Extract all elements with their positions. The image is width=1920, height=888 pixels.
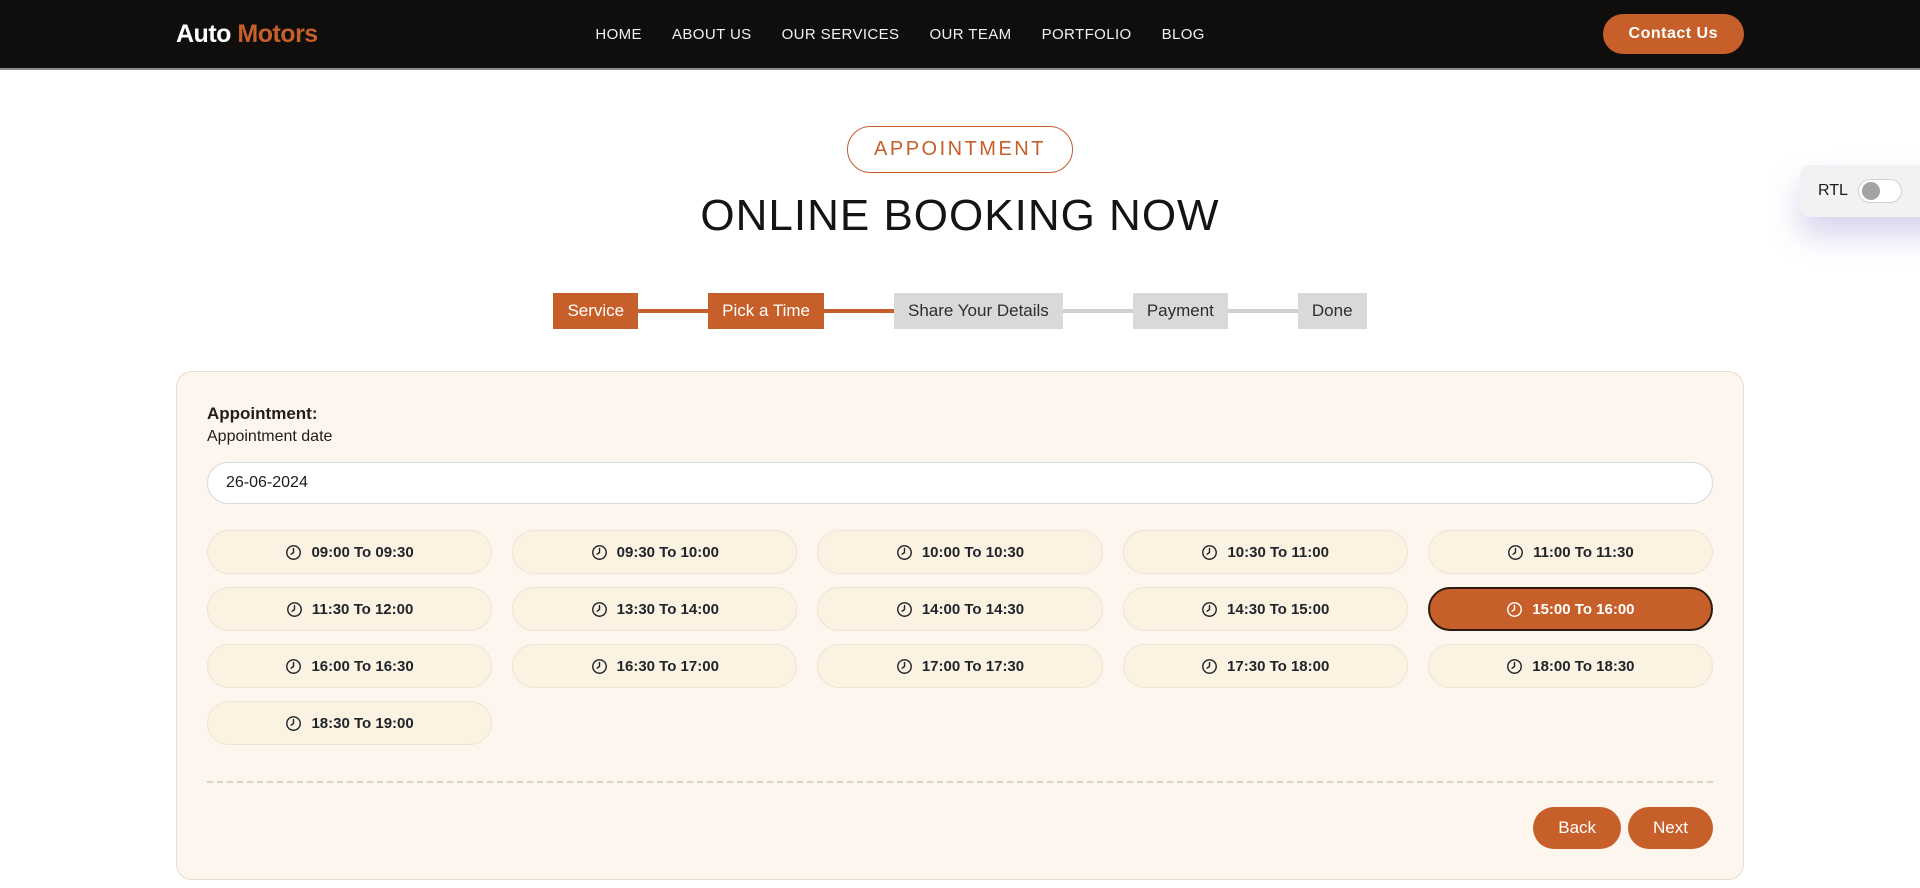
clock-icon [285, 715, 302, 732]
time-slot-16-30-to-17-00[interactable]: 16:30 To 17:00 [512, 644, 797, 688]
step-connector [1228, 309, 1298, 313]
time-slot-label: 14:00 To 14:30 [922, 601, 1024, 618]
time-slot-label: 10:30 To 11:00 [1227, 544, 1328, 561]
clock-icon [1507, 544, 1524, 561]
clock-icon [1506, 601, 1523, 618]
clock-icon [286, 601, 303, 618]
clock-icon [896, 658, 913, 675]
step-payment[interactable]: Payment [1133, 293, 1228, 329]
dashed-divider [207, 781, 1713, 783]
main-nav: HOME ABOUT US OUR SERVICES OUR TEAM PORTFOLI… [595, 26, 1205, 43]
time-slot-label: 18:00 To 18:30 [1532, 658, 1634, 675]
clock-icon [1201, 601, 1218, 618]
time-slot-label: 15:00 To 16:00 [1532, 601, 1634, 618]
clock-icon [1201, 544, 1218, 561]
time-slot-09-30-to-10-00[interactable]: 09:30 To 10:00 [512, 530, 797, 574]
time-slot-17-00-to-17-30[interactable]: 17:00 To 17:30 [817, 644, 1102, 688]
time-slot-16-00-to-16-30[interactable]: 16:00 To 16:30 [207, 644, 492, 688]
time-slot-label: 09:00 To 09:30 [311, 544, 413, 561]
appointment-badge: APPOINTMENT [847, 126, 1073, 173]
booking-page: APPOINTMENT ONLINE BOOKING NOW Service Pi… [0, 70, 1920, 880]
time-slot-18-30-to-19-00[interactable]: 18:30 To 19:00 [207, 701, 492, 745]
time-slot-label: 11:30 To 12:00 [312, 601, 413, 618]
nav-item-portfolio[interactable]: PORTFOLIO [1042, 26, 1132, 43]
step-done[interactable]: Done [1298, 293, 1367, 329]
nav-item-our-team[interactable]: OUR TEAM [929, 26, 1011, 43]
clock-icon [285, 658, 302, 675]
time-slot-label: 11:00 To 11:30 [1533, 544, 1634, 561]
time-slot-14-00-to-14-30[interactable]: 14:00 To 14:30 [817, 587, 1102, 631]
step-connector [638, 309, 708, 313]
time-slot-09-00-to-09-30[interactable]: 09:00 To 09:30 [207, 530, 492, 574]
next-button[interactable]: Next [1628, 807, 1713, 849]
clock-icon [591, 601, 608, 618]
wizard-actions: Back Next [207, 807, 1713, 849]
clock-icon [591, 544, 608, 561]
nav-item-blog[interactable]: BLOG [1162, 26, 1205, 43]
toggle-knob [1862, 182, 1880, 200]
rtl-toggle-panel: RTL [1800, 165, 1920, 217]
time-slot-label: 18:30 To 19:00 [311, 715, 413, 732]
time-slot-label: 09:30 To 10:00 [617, 544, 719, 561]
nav-item-about-us[interactable]: ABOUT US [672, 26, 752, 43]
time-slot-11-30-to-12-00[interactable]: 11:30 To 12:00 [207, 587, 492, 631]
clock-icon [1201, 658, 1218, 675]
time-slot-label: 17:30 To 18:00 [1227, 658, 1329, 675]
appointment-date-label: Appointment date [207, 428, 1713, 446]
clock-icon [591, 658, 608, 675]
time-slot-label: 13:30 To 14:00 [617, 601, 719, 618]
booking-steps: Service Pick a Time Share Your Details Paym… [553, 293, 1366, 329]
step-pick-a-time[interactable]: Pick a Time [708, 293, 824, 329]
logo-text-accent: Motors [237, 20, 317, 48]
time-slot-11-00-to-11-30[interactable]: 11:00 To 11:30 [1428, 530, 1713, 574]
appointment-date-input[interactable] [207, 462, 1713, 504]
rtl-toggle-switch[interactable] [1858, 179, 1902, 203]
clock-icon [896, 544, 913, 561]
time-slot-17-30-to-18-00[interactable]: 17:30 To 18:00 [1123, 644, 1408, 688]
clock-icon [285, 544, 302, 561]
clock-icon [896, 601, 913, 618]
time-slot-label: 16:00 To 16:30 [311, 658, 413, 675]
top-navbar: Auto Motors HOME ABOUT US OUR SERVICES OUR … [0, 0, 1920, 70]
step-connector [1063, 309, 1133, 313]
time-slot-18-00-to-18-30[interactable]: 18:00 To 18:30 [1428, 644, 1713, 688]
step-share-your-details[interactable]: Share Your Details [894, 293, 1063, 329]
step-connector [824, 309, 894, 313]
appointment-card: Appointment: Appointment date 09:00 To 0… [176, 371, 1744, 880]
appointment-section-title: Appointment: [207, 404, 1713, 424]
time-slot-grid: 09:00 To 09:30 09:30 To 10:00 10:00 To 10:… [207, 530, 1713, 745]
step-service[interactable]: Service [553, 293, 638, 329]
time-slot-label: 17:00 To 17:30 [922, 658, 1024, 675]
time-slot-label: 14:30 To 15:00 [1227, 601, 1329, 618]
time-slot-14-30-to-15-00[interactable]: 14:30 To 15:00 [1123, 587, 1408, 631]
site-logo[interactable]: Auto Motors [176, 20, 318, 49]
page-title: ONLINE BOOKING NOW [700, 191, 1219, 241]
time-slot-label: 16:30 To 17:00 [617, 658, 719, 675]
time-slot-label: 10:00 To 10:30 [922, 544, 1024, 561]
rtl-label: RTL [1818, 182, 1848, 200]
time-slot-10-00-to-10-30[interactable]: 10:00 To 10:30 [817, 530, 1102, 574]
contact-us-button[interactable]: Contact Us [1603, 14, 1744, 54]
time-slot-13-30-to-14-00[interactable]: 13:30 To 14:00 [512, 587, 797, 631]
logo-text-primary: Auto [176, 20, 231, 48]
time-slot-10-30-to-11-00[interactable]: 10:30 To 11:00 [1123, 530, 1408, 574]
back-button[interactable]: Back [1533, 807, 1621, 849]
clock-icon [1506, 658, 1523, 675]
time-slot-15-00-to-16-00[interactable]: 15:00 To 16:00 [1428, 587, 1713, 631]
nav-item-our-services[interactable]: OUR SERVICES [782, 26, 900, 43]
nav-item-home[interactable]: HOME [595, 26, 642, 43]
